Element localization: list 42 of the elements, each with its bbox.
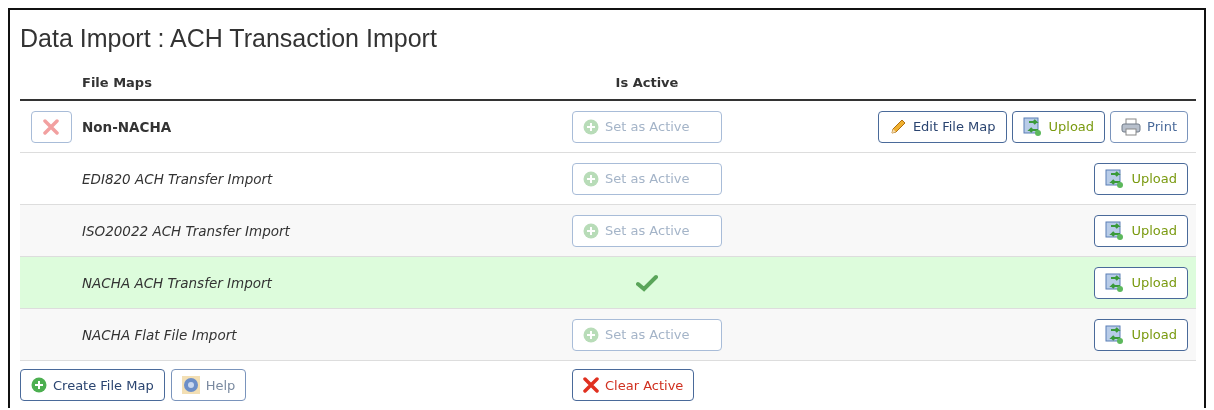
table-row[interactable]: NACHA Flat File Import Set as Active Upload xyxy=(20,309,1196,361)
plus-icon xyxy=(31,377,47,393)
upload-button[interactable]: Upload xyxy=(1094,162,1188,195)
plus-icon xyxy=(583,170,599,187)
printer-icon xyxy=(1121,117,1142,136)
clear-active-button[interactable]: Clear Active xyxy=(572,369,695,401)
help-icon xyxy=(181,376,200,394)
table-row[interactable]: NACHA ACH Transfer Import Upload xyxy=(20,257,1196,309)
set-active-button[interactable]: Set as Active xyxy=(572,110,722,143)
column-header: File Maps xyxy=(82,75,153,90)
upload-icon xyxy=(1105,168,1126,189)
help-button[interactable]: Help xyxy=(170,369,247,401)
upload-button[interactable]: Upload xyxy=(1094,214,1188,247)
file-map-name: NACHA Flat File Import xyxy=(82,326,238,343)
set-active-button[interactable]: Set as Active xyxy=(572,214,722,247)
column-header: Is Active xyxy=(614,75,680,90)
file-map-name: EDI820 ACH Transfer Import xyxy=(82,170,274,187)
create-file-map-button[interactable]: Create File Map xyxy=(20,369,165,401)
upload-icon xyxy=(1105,220,1126,241)
table-row[interactable]: ISO20022 ACH Transfer Import Set as Active Upload xyxy=(20,205,1196,257)
upload-button[interactable]: Upload xyxy=(1011,110,1106,143)
file-map-name: Non-NACHA xyxy=(82,118,173,135)
upload-icon xyxy=(1105,324,1126,345)
delete-button[interactable] xyxy=(30,110,72,143)
set-active-button[interactable]: Set as Active xyxy=(572,318,722,351)
checkmark-icon xyxy=(636,273,658,292)
upload-icon xyxy=(1022,116,1043,137)
plus-icon xyxy=(583,326,599,343)
plus-icon xyxy=(583,118,599,135)
upload-button[interactable]: Upload xyxy=(1094,318,1188,351)
plus-icon xyxy=(583,222,599,239)
page-title: Data Import : ACH Transaction Import xyxy=(20,23,438,54)
edit-file-map-button[interactable]: Edit File Map xyxy=(877,110,1007,143)
set-active-button[interactable]: Set as Active xyxy=(572,162,722,195)
upload-icon xyxy=(1105,272,1126,293)
file-map-name: ISO20022 ACH Transfer Import xyxy=(82,222,291,239)
close-icon xyxy=(43,118,59,135)
close-icon xyxy=(583,377,599,393)
upload-button[interactable]: Upload xyxy=(1094,266,1188,299)
pencil-icon xyxy=(888,117,907,136)
print-button[interactable]: Print xyxy=(1110,110,1188,143)
file-map-name: NACHA ACH Transfer Import xyxy=(82,274,273,291)
